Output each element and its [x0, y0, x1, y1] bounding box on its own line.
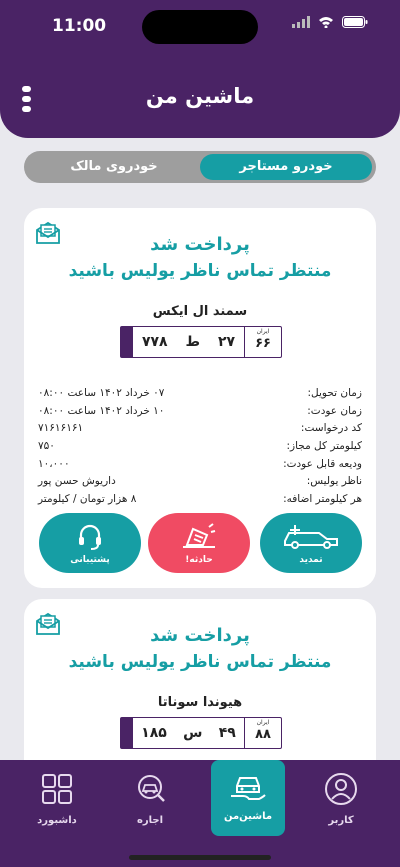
plate-number-1: ۲۷ — [217, 334, 236, 350]
car-search-icon — [138, 775, 165, 802]
wifi-icon — [319, 17, 333, 28]
nav-mycar-label: ماشین‌من — [223, 811, 273, 822]
plate-band — [121, 327, 133, 357]
card-actions: تمدید حادثه! پشتیبانی — [38, 513, 362, 573]
plate-number-1: ۴۹ — [218, 725, 236, 741]
plate-region-label: ایران — [256, 719, 270, 726]
detail-label: هر کیلومتر اضافه: — [283, 493, 362, 506]
plate-number-2: ۱۸۵ — [141, 725, 167, 741]
payment-status: پرداخت شد — [150, 625, 250, 646]
detail-value: ۱۰،۰۰۰ — [38, 457, 70, 470]
detail-value: ۸ هزار تومان / کیلومتر — [38, 493, 137, 506]
license-plate: ۲۷ ط ۷۷۸ ایران ۶۶ — [120, 326, 282, 358]
nav-mycar[interactable]: ماشین‌من — [211, 760, 285, 836]
plate-letter: ط — [185, 334, 201, 350]
detail-value: ۰۷ خرداد ۱۴۰۲ ساعت ۰۸:۰۰ — [38, 387, 165, 399]
detail-label: ناظر یولیس: — [306, 475, 362, 488]
detail-row: کد درخواست: ۷۱۶۱۶۱۶۱ — [38, 420, 362, 438]
detail-row: ناظر یولیس: داریوش حسن پور — [38, 473, 362, 491]
detail-label: زمان عودت: — [307, 404, 362, 417]
bottom-nav: کاربر ماشین‌من اجاره داشبورد — [0, 760, 400, 867]
nav-rent[interactable]: اجاره — [115, 772, 185, 826]
signal-icon — [292, 16, 310, 28]
user-icon — [325, 773, 357, 805]
status-icons — [292, 16, 368, 28]
accident-icon — [183, 523, 216, 548]
rental-details: زمان تحویل: ۰۷ خرداد ۱۴۰۲ ساعت ۰۸:۰۰ زمان… — [38, 385, 362, 509]
tab-owner-vehicle[interactable]: خودروی مالک — [28, 154, 200, 180]
detail-row: زمان عودت: ۱۰ خرداد ۱۴۰۲ ساعت ۰۸:۰۰ — [38, 403, 362, 421]
plate-region: ۶۶ — [255, 336, 271, 351]
license-plate: ۴۹ س ۱۸۵ ایران ۸۸ — [120, 717, 282, 749]
detail-value: ۷۱۶۱۶۱۶۱ — [38, 422, 84, 435]
support-label: پشتیبانی — [70, 555, 110, 565]
detail-row: ودیعه قابل عودت: ۱۰،۰۰۰ — [38, 456, 362, 474]
detail-value: ۷۵۰ — [38, 440, 55, 453]
extend-button[interactable]: تمدید — [260, 513, 362, 573]
nav-dashboard[interactable]: داشبورد — [22, 772, 92, 826]
detail-label: زمان تحویل: — [307, 387, 362, 399]
car-hand-icon — [231, 777, 266, 800]
plate-number-2: ۷۷۸ — [141, 334, 168, 350]
status-bar: 11:00 — [0, 10, 400, 44]
status-time: 11:00 — [52, 16, 107, 36]
tab-renter-vehicle[interactable]: خودرو مستاجر — [200, 154, 372, 180]
nav-rent-label: اجاره — [136, 815, 164, 826]
headset-icon — [79, 524, 101, 550]
plate-region-label: ایران — [256, 328, 270, 335]
detail-label: کیلومتر کل مجاز: — [286, 440, 363, 453]
page-title: ماشین من — [145, 84, 255, 108]
status-message: منتظر تماس ناظر یولیس باشید — [68, 652, 332, 672]
nav-user-label: کاربر — [328, 815, 354, 826]
accident-button[interactable]: حادثه! — [148, 513, 250, 573]
status-message: منتظر تماس ناظر یولیس باشید — [68, 261, 332, 281]
battery-icon — [342, 16, 368, 28]
detail-value: ۱۰ خرداد ۱۴۰۲ ساعت ۰۸:۰۰ — [38, 404, 165, 417]
plate-region: ۸۸ — [255, 727, 271, 742]
car-name: هیوندا سوناتا — [157, 695, 243, 710]
detail-row: زمان تحویل: ۰۷ خرداد ۱۴۰۲ ساعت ۰۸:۰۰ — [38, 385, 362, 403]
detail-label: ودیعه قابل عودت: — [283, 457, 362, 470]
detail-label: کد درخواست: — [300, 422, 362, 435]
extend-label: تمدید — [299, 555, 323, 565]
nav-user[interactable]: کاربر — [306, 772, 376, 826]
car-plus-icon — [284, 525, 338, 549]
plate-band — [121, 718, 133, 748]
dynamic-island — [142, 10, 258, 44]
accident-label: حادثه! — [185, 555, 213, 565]
detail-row: کیلومتر کل مجاز: ۷۵۰ — [38, 438, 362, 456]
app-header: 11:00 ماشین من — [0, 0, 400, 138]
vehicle-type-toggle: خودرو مستاجر خودروی مالک — [24, 151, 376, 183]
detail-value: داریوش حسن پور — [38, 475, 116, 488]
detail-row: هر کیلومتر اضافه: ۸ هزار تومان / کیلومتر — [38, 491, 362, 509]
dashboard-grid-icon — [42, 774, 72, 804]
plate-letter: س — [183, 725, 203, 741]
home-indicator — [129, 855, 271, 860]
rental-card: پرداخت شد منتظر تماس ناظر یولیس باشید سم… — [24, 208, 376, 588]
support-button[interactable]: پشتیبانی — [39, 513, 141, 573]
payment-status: پرداخت شد — [150, 234, 250, 255]
car-name: سمند ال ایکس — [152, 304, 248, 319]
nav-dashboard-label: داشبورد — [37, 815, 77, 826]
